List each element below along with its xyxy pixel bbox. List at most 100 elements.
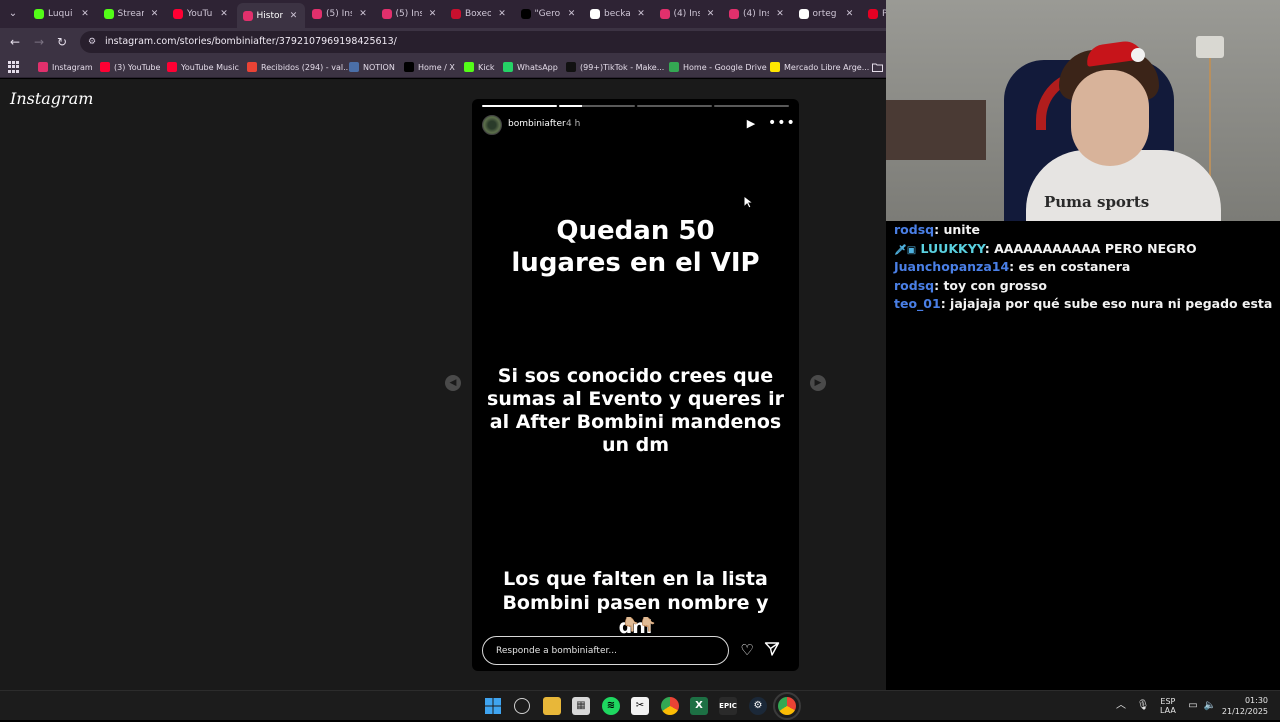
- tab-2[interactable]: YouTu ✕: [167, 4, 235, 24]
- chrome-icon[interactable]: [661, 697, 679, 715]
- system-clock[interactable]: 01:30 21/12/2025: [1222, 695, 1268, 717]
- avatar[interactable]: [482, 115, 502, 135]
- apps-grid-icon[interactable]: [8, 61, 20, 73]
- url-text[interactable]: instagram.com/stories/bombiniafter/37921…: [105, 36, 397, 47]
- tab-0[interactable]: Luqui ✕: [28, 4, 96, 24]
- folder-icon[interactable]: [872, 60, 883, 74]
- spotify-icon[interactable]: ≋: [602, 697, 620, 715]
- chat-username[interactable]: Juanchopanza14: [894, 259, 1009, 274]
- chat-message: 🗡▣ LUUKKYY: AAAAAAAAAAA PERO NEGRO: [894, 240, 1197, 256]
- tab-label: "Gero: [534, 9, 561, 19]
- tab-label: Luqui: [48, 9, 73, 19]
- tab-close-icon[interactable]: ✕: [148, 9, 162, 19]
- tab-4[interactable]: (5) Ins ✕: [306, 4, 374, 24]
- tab-close-icon[interactable]: ✕: [78, 9, 92, 19]
- tab-9[interactable]: (4) Ins ✕: [654, 4, 722, 24]
- steam-icon[interactable]: ⚙: [749, 697, 767, 715]
- forward-icon[interactable]: →: [31, 34, 47, 50]
- epic-games-icon[interactable]: EPIC: [719, 697, 737, 715]
- tab-1[interactable]: Stream ✕: [98, 4, 166, 24]
- tab-close-icon[interactable]: ✕: [356, 9, 370, 19]
- chat-message: teo_01: jajajaja por qué sube eso nura n…: [894, 296, 1273, 311]
- previous-story-icon[interactable]: ◀: [445, 375, 461, 391]
- chat-username[interactable]: rodsq: [894, 222, 934, 237]
- stream-chat: rodsq: unite 🗡▣ LUUKKYY: AAAAAAAAAAA PERO…: [886, 221, 1280, 690]
- copilot-icon[interactable]: [514, 698, 530, 714]
- chat-badges-icon: 🗡▣: [894, 244, 917, 256]
- chat-text: toy con grosso: [943, 277, 1047, 293]
- tab-11[interactable]: orteg ✕: [793, 4, 861, 24]
- tab-close-icon[interactable]: ✕: [217, 9, 231, 19]
- tab-close-icon[interactable]: ✕: [704, 9, 718, 19]
- address-bar[interactable]: ⚙ instagram.com/stories/bombiniafter/379…: [80, 31, 886, 53]
- bookmark-item[interactable]: Kick: [464, 60, 495, 74]
- tab-search-icon[interactable]: ⌄: [4, 5, 22, 23]
- excel-icon[interactable]: X: [690, 697, 708, 715]
- site-info-icon[interactable]: ⚙: [88, 37, 98, 47]
- bookmark-label: Recibidos (294) - val...: [261, 62, 351, 72]
- tray-overflow-icon[interactable]: ︿: [1114, 699, 1128, 713]
- back-icon[interactable]: ←: [7, 34, 23, 50]
- tab-5[interactable]: (5) Ins ✕: [376, 4, 444, 24]
- tab-10[interactable]: (4) Ins ✕: [723, 4, 791, 24]
- tab-12[interactable]: Pi✕: [862, 4, 886, 24]
- tab-close-icon[interactable]: ✕: [634, 9, 648, 19]
- progress-segment: [713, 105, 789, 107]
- heart-icon[interactable]: ♡: [738, 641, 756, 659]
- bookmark-item[interactable]: Home / X: [404, 60, 455, 74]
- bookmark-item[interactable]: (3) YouTube: [100, 60, 160, 74]
- story-viewer[interactable]: bombiniafter 4 h ▶ ••• Quedan 50 lugares…: [472, 99, 799, 671]
- story-time: 4 h: [566, 119, 581, 129]
- tab-7[interactable]: "Gero ✕: [515, 4, 583, 24]
- tab-6[interactable]: Boxeo ✕: [445, 4, 513, 24]
- reply-field[interactable]: [482, 636, 729, 665]
- tab-favicon-icon: [868, 9, 878, 19]
- bookmark-label: (99+)TikTok - Make...: [580, 62, 665, 72]
- story-progress-bar: [482, 105, 789, 107]
- bookmark-item[interactable]: Home - Google Drive: [669, 60, 767, 74]
- bookmark-item[interactable]: WhatsApp: [503, 60, 558, 74]
- language-indicator[interactable]: ESP LAA: [1160, 697, 1176, 715]
- chat-username[interactable]: rodsq: [894, 278, 934, 293]
- reply-input[interactable]: [483, 637, 728, 664]
- tab-label: Stream: [117, 9, 144, 19]
- file-explorer-icon[interactable]: [543, 697, 561, 715]
- story-text-headline: Quedan 50 lugares en el VIP: [511, 216, 760, 278]
- chat-message: rodsq: toy con grosso: [894, 277, 1047, 293]
- tab-close-icon[interactable]: ✕: [565, 9, 579, 19]
- tab-close-icon[interactable]: ✕: [843, 9, 857, 19]
- chat-username[interactable]: LUUKKYY: [921, 241, 985, 256]
- play-icon[interactable]: ▶: [744, 117, 758, 131]
- more-options-icon[interactable]: •••: [768, 115, 795, 131]
- microphone-icon[interactable]: 🎙: [1136, 699, 1150, 713]
- volume-icon[interactable]: 🔈: [1203, 699, 1217, 713]
- chat-username[interactable]: teo_01: [894, 296, 941, 311]
- tab-close-icon[interactable]: ✕: [495, 9, 509, 19]
- bookmark-item[interactable]: YouTube Music: [167, 60, 239, 74]
- bookmark-favicon-icon: [38, 62, 48, 72]
- bookmark-favicon-icon: [770, 62, 780, 72]
- tab-8[interactable]: becka ✕: [584, 4, 652, 24]
- next-story-icon[interactable]: ▶: [810, 375, 826, 391]
- chat-message: rodsq: unite: [894, 222, 980, 237]
- network-icon[interactable]: ▭: [1186, 699, 1200, 713]
- store-icon[interactable]: ▦: [572, 697, 590, 715]
- chat-text: AAAAAAAAAAA PERO NEGRO: [994, 240, 1197, 256]
- bookmark-item[interactable]: NOTION: [349, 60, 395, 74]
- tab-close-icon[interactable]: ✕: [773, 9, 787, 19]
- bookmark-item[interactable]: (99+)TikTok - Make...: [566, 60, 664, 74]
- start-icon[interactable]: [484, 697, 502, 715]
- capcut-icon[interactable]: ✂: [631, 697, 649, 715]
- chrome-active-icon[interactable]: [773, 692, 801, 720]
- bookmark-item[interactable]: Recibidos (294) - val...: [247, 60, 351, 74]
- send-icon[interactable]: [764, 641, 782, 659]
- tab-close-icon[interactable]: ✕: [287, 11, 301, 21]
- bookmark-item[interactable]: Mercado Libre Arge...: [770, 60, 869, 74]
- tab-3[interactable]: Histor ✕: [236, 3, 305, 28]
- bookmark-item[interactable]: Instagram: [38, 60, 93, 74]
- instagram-logo[interactable]: Instagram: [10, 89, 93, 108]
- story-username[interactable]: bombiniafter: [508, 119, 566, 129]
- tab-close-icon[interactable]: ✕: [426, 9, 440, 19]
- shirt-text: Puma sports: [1044, 193, 1150, 211]
- reload-icon[interactable]: ↻: [54, 34, 70, 50]
